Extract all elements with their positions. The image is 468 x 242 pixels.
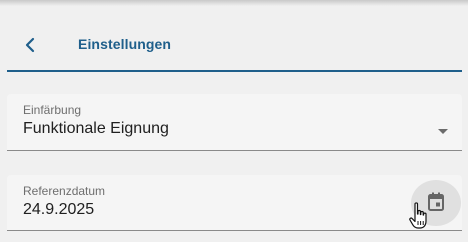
reference-date-label: Referenzdatum [23,184,106,198]
coloring-label: Einfärbung [23,103,82,117]
dropdown-arrow-icon[interactable] [438,120,448,134]
top-shadow [0,0,468,6]
open-calendar-button[interactable] [411,180,461,226]
coloring-select[interactable]: Einfärbung Funktionale Eignung [7,94,462,151]
chevron-left-icon [21,34,41,56]
reference-date-field[interactable]: Referenzdatum 24.9.2025 [7,175,462,231]
calendar-icon [426,191,446,213]
page-title: Einstellungen [78,36,172,52]
reference-date-value: 24.9.2025 [23,201,95,218]
back-button[interactable] [21,34,41,56]
coloring-value: Funktionale Eignung [23,120,169,137]
settings-header: Einstellungen [7,24,462,72]
